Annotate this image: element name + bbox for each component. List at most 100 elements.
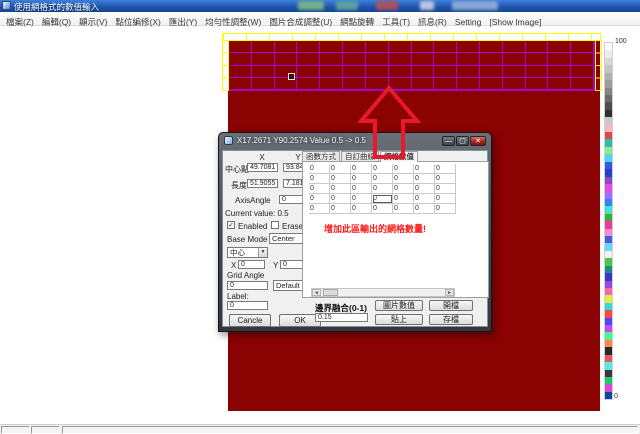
selected-grid-point-marker[interactable]	[288, 73, 295, 80]
menu-item[interactable]: 點位編修(X)	[111, 15, 164, 28]
paste-button[interactable]: 貼上	[375, 314, 423, 325]
value-cell[interactable]: 0	[372, 204, 393, 214]
value-cell[interactable]: 0	[414, 204, 435, 214]
value-cell[interactable]: 0	[372, 174, 393, 184]
grid-cell[interactable]	[297, 53, 320, 65]
grid-cell[interactable]	[343, 78, 366, 90]
grid-cell[interactable]	[275, 53, 298, 65]
grid-cell[interactable]	[366, 53, 389, 65]
value-cell[interactable]: 0	[330, 184, 351, 194]
grid-cell[interactable]	[389, 53, 412, 65]
menu-item[interactable]: 圖片合成調整(U)	[265, 15, 336, 28]
value-cell[interactable]: 0	[435, 204, 456, 214]
value-cell[interactable]: 0	[393, 204, 414, 214]
grid-cell[interactable]	[366, 78, 389, 90]
chevron-down-icon[interactable]: ▼	[258, 248, 267, 257]
grid-cell[interactable]	[343, 41, 366, 53]
center-x-field[interactable]: 49.7081	[247, 163, 278, 172]
grid-cell[interactable]	[526, 41, 549, 53]
grid-cell[interactable]	[457, 41, 480, 53]
value-cell[interactable]: 0	[372, 184, 393, 194]
value-cell[interactable]: 0	[414, 184, 435, 194]
value-cell[interactable]: 0	[309, 184, 330, 194]
value-cell[interactable]: 0	[393, 174, 414, 184]
boundary-blend-field[interactable]: 0.15	[315, 313, 368, 322]
grid-cell[interactable]	[548, 53, 571, 65]
menu-item[interactable]: 匯出(Y)	[165, 15, 201, 28]
menu-item[interactable]: 網點旋轉	[336, 15, 378, 28]
value-cell[interactable]: 0	[351, 204, 372, 214]
grid-cell[interactable]	[297, 41, 320, 53]
grid-cell[interactable]	[412, 53, 435, 65]
menu-item[interactable]: 檔案(Z)	[2, 15, 38, 28]
grid-cell[interactable]	[548, 41, 571, 53]
grid-cell[interactable]	[548, 66, 571, 78]
grid-cell[interactable]	[320, 78, 343, 90]
grid-cell[interactable]	[526, 53, 549, 65]
grid-cell[interactable]	[389, 78, 412, 90]
grid-cell[interactable]	[412, 41, 435, 53]
anchor-select[interactable]: 中心 ▼	[227, 247, 268, 258]
offset-x-field[interactable]: 0	[238, 260, 265, 269]
grid-cell[interactable]	[320, 41, 343, 53]
grid-cell[interactable]	[503, 53, 526, 65]
grid-cell[interactable]	[571, 41, 594, 53]
maximize-button[interactable]: ▢	[456, 136, 469, 146]
grid-cell[interactable]	[320, 66, 343, 78]
grid-cell[interactable]	[526, 66, 549, 78]
tab-2[interactable]: 網格數值	[380, 151, 418, 162]
grid-cell[interactable]	[229, 41, 252, 53]
grid-cell[interactable]	[480, 41, 503, 53]
grid-cell[interactable]	[480, 66, 503, 78]
grid-cell[interactable]	[503, 66, 526, 78]
value-cell[interactable]: 0	[309, 204, 330, 214]
grid-cell[interactable]	[275, 41, 298, 53]
length-x-field[interactable]: 51.9055	[247, 179, 278, 188]
value-grid-overlay[interactable]	[228, 40, 595, 91]
grid-cell[interactable]	[457, 78, 480, 90]
menu-item[interactable]: 訊息(R)	[414, 15, 451, 28]
grid-cell[interactable]	[297, 66, 320, 78]
grid-cell[interactable]	[389, 41, 412, 53]
value-cell[interactable]: 0	[309, 194, 330, 204]
save-file-button[interactable]: 存檔	[429, 314, 473, 325]
value-cell[interactable]: 0	[330, 194, 351, 204]
grid-cell[interactable]	[434, 53, 457, 65]
value-cell[interactable]: 0	[330, 174, 351, 184]
value-cell[interactable]: 0	[309, 174, 330, 184]
grid-cell[interactable]	[457, 66, 480, 78]
grid-cell[interactable]	[571, 66, 594, 78]
grid-cell[interactable]	[548, 78, 571, 90]
grid-cell[interactable]	[389, 66, 412, 78]
value-cell[interactable]: 0	[393, 184, 414, 194]
grid-cell[interactable]	[503, 78, 526, 90]
grid-cell[interactable]	[571, 78, 594, 90]
grid-cell[interactable]	[526, 78, 549, 90]
enabled-checkbox[interactable]: ✓	[227, 221, 235, 229]
value-cell[interactable]: 0	[351, 164, 372, 174]
grid-cell[interactable]	[252, 53, 275, 65]
grid-cell[interactable]	[412, 66, 435, 78]
menu-item[interactable]: [Show Image]	[485, 16, 545, 27]
horizontal-scrollbar[interactable]: ◄ ►	[311, 288, 455, 297]
grid-cell[interactable]	[480, 78, 503, 90]
value-cell[interactable]: 0	[351, 174, 372, 184]
value-cell[interactable]: 0	[435, 194, 456, 204]
value-cell[interactable]: 0	[414, 164, 435, 174]
dialog-title-bar[interactable]: X17.2671 Y90.2574 Value 0.5 -> 0.5 — ▢ ✕	[222, 133, 488, 150]
grid-cell[interactable]	[480, 53, 503, 65]
grid-cell[interactable]	[571, 53, 594, 65]
value-cell[interactable]: 0	[435, 184, 456, 194]
point-label-field[interactable]: 0	[227, 301, 268, 310]
value-cell[interactable]: 0	[435, 164, 456, 174]
grid-angle-field[interactable]: 0	[227, 281, 268, 290]
menu-item[interactable]: 編輯(Q)	[38, 15, 75, 28]
menu-item[interactable]: Setting	[451, 16, 485, 27]
grid-cell[interactable]	[297, 78, 320, 90]
grid-cell[interactable]	[229, 53, 252, 65]
grid-cell[interactable]	[320, 53, 343, 65]
scroll-left-icon[interactable]: ◄	[312, 289, 321, 296]
value-cell[interactable]: 0	[330, 164, 351, 174]
value-cell[interactable]: 0	[309, 164, 330, 174]
open-file-button[interactable]: 開檔	[429, 300, 473, 311]
